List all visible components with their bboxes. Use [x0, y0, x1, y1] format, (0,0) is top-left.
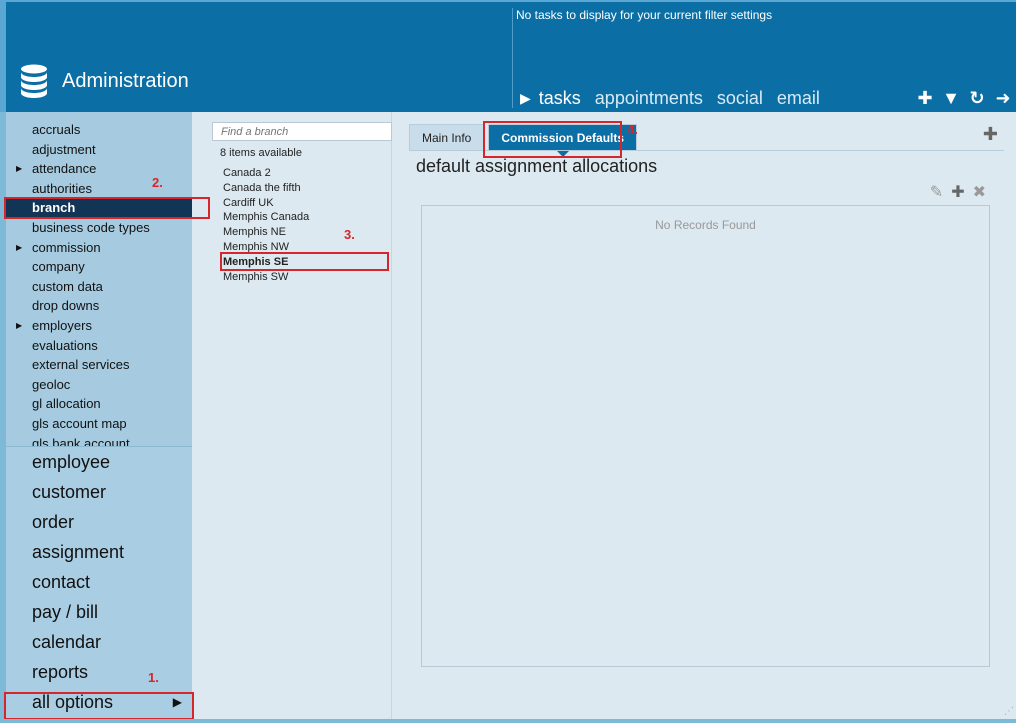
annotation-number: 3.: [344, 227, 355, 242]
tab-main-info[interactable]: Main Info: [409, 124, 485, 151]
sidebar-item-label: employers: [32, 317, 92, 333]
play-icon[interactable]: ▶: [520, 90, 531, 107]
refresh-icon[interactable]: ↻: [968, 88, 986, 109]
add-tab-icon[interactable]: ✚: [983, 124, 998, 145]
sidebar-item-evaluations[interactable]: evaluations: [6, 336, 192, 356]
sidebar-item-attendance[interactable]: ▶ attendance: [6, 159, 192, 179]
branch-item[interactable]: Canada the fifth: [220, 181, 392, 196]
sidebar-item-label: commission: [32, 239, 101, 255]
expand-caret-icon[interactable]: ▶: [16, 316, 22, 336]
window-bottom-edge: [0, 719, 1016, 723]
branch-item[interactable]: Memphis SW: [220, 270, 392, 285]
sidebar-item-gl-allocation[interactable]: gl allocation: [6, 394, 192, 414]
header-divider: [512, 8, 513, 108]
sidebar-item-drop-downs[interactable]: drop downs: [6, 296, 192, 316]
nav-calendar[interactable]: calendar: [6, 627, 192, 657]
sidebar-item-accruals[interactable]: accruals: [6, 120, 192, 140]
nav-order[interactable]: order: [6, 507, 192, 537]
sidebar-item-label: company: [32, 259, 85, 275]
empty-grid-message: No Records Found: [655, 218, 756, 232]
nav-assignment[interactable]: assignment: [6, 537, 192, 567]
delete-icon[interactable]: ✖: [973, 182, 986, 202]
sidebar-item-custom-data[interactable]: custom data: [6, 277, 192, 297]
annotation-box-commission-defaults: [483, 121, 622, 158]
annotation-box-all-options: [4, 692, 194, 720]
sidebar-item-label: business code types: [32, 219, 150, 235]
sidebar-item-label: geoloc: [32, 376, 71, 392]
sidebar-item-company[interactable]: company: [6, 257, 192, 277]
app-title: Administration: [62, 69, 189, 92]
window-frame-top: [0, 0, 1016, 2]
sidebar-options-list[interactable]: accruals adjustment ▶ attendance authorit…: [6, 120, 192, 447]
sidebar-item-label: adjustment: [32, 141, 96, 157]
sidebar-item-label: custom data: [32, 278, 103, 294]
annotation-box-branch: [4, 197, 210, 219]
sidebar-item-label: attendance: [32, 161, 97, 177]
tab-social[interactable]: social: [717, 88, 763, 109]
tasks-message: No tasks to display for your current fil…: [516, 8, 773, 22]
branch-item[interactable]: Memphis Canada: [220, 210, 392, 225]
window-frame-left: [0, 0, 6, 112]
annotation-number: 1.: [148, 670, 159, 685]
sidebar-item-label: evaluations: [32, 337, 98, 353]
nav-contact[interactable]: contact: [6, 567, 192, 597]
header-actions: ✚ ▼ ↻ ➜: [916, 88, 1012, 109]
header-tabs: ▶ tasks appointments social email: [520, 88, 834, 109]
branch-count: 8 items available: [220, 147, 302, 159]
nav-reports[interactable]: reports: [6, 657, 192, 687]
annotation-number: 2.: [152, 175, 163, 190]
sidebar-item-commission[interactable]: ▶ commission: [6, 238, 192, 258]
app-title-area: Administration: [20, 64, 189, 98]
branch-item[interactable]: Memphis NE: [220, 225, 392, 240]
nav-customer[interactable]: customer: [6, 477, 192, 507]
sidebar-item-gls-account-map[interactable]: gls account map: [6, 414, 192, 434]
sidebar-item-label: gl allocation: [32, 396, 101, 412]
expand-caret-icon[interactable]: ▶: [16, 238, 22, 258]
tab-email[interactable]: email: [777, 88, 820, 109]
branch-list-panel: 8 items available Canada 2 Canada the fi…: [192, 112, 392, 719]
edit-icon[interactable]: ✎: [930, 182, 943, 202]
annotation-number: 4.: [627, 122, 638, 137]
grid-toolbar: ✎ ✚ ✖: [930, 182, 986, 202]
sidebar-item-external-services[interactable]: external services: [6, 355, 192, 375]
sidebar-item-label: external services: [32, 357, 130, 373]
nav-employee[interactable]: employee: [6, 447, 192, 477]
annotation-box-memphis-se: [220, 252, 389, 271]
tab-appointments[interactable]: appointments: [595, 88, 703, 109]
branch-item[interactable]: Cardiff UK: [220, 196, 392, 211]
resize-grip-icon[interactable]: ⋰: [1004, 706, 1014, 717]
sidebar-main-nav: employee customer order assignment conta…: [6, 446, 192, 719]
sidebar-item-label: accruals: [32, 122, 81, 137]
branch-search-input[interactable]: [212, 122, 392, 141]
expand-caret-icon[interactable]: ▶: [16, 159, 22, 179]
sidebar-item-business-code-types[interactable]: business code types: [6, 218, 192, 238]
sidebar-item-geoloc[interactable]: geoloc: [6, 375, 192, 395]
nav-pay-bill[interactable]: pay / bill: [6, 597, 192, 627]
app-header: Administration No tasks to display for y…: [0, 0, 1016, 112]
tab-tasks[interactable]: tasks: [539, 88, 581, 109]
allocations-grid: No Records Found: [421, 205, 990, 667]
sidebar-item-gls-bank-account[interactable]: gls bank account: [6, 434, 192, 448]
sidebar-item-label: drop downs: [32, 298, 100, 314]
sidebar-item-employers[interactable]: ▶ employers: [6, 316, 192, 336]
sidebar-item-label: authorities: [32, 180, 92, 196]
section-title: default assignment allocations: [416, 156, 658, 176]
sidebar-item-authorities[interactable]: authorities: [6, 179, 192, 199]
plus-icon[interactable]: ✚: [916, 88, 934, 109]
sidebar-item-label: gls account map: [32, 415, 127, 431]
filter-icon[interactable]: ▼: [942, 88, 960, 109]
add-record-icon[interactable]: ✚: [951, 182, 964, 202]
sidebar-item-adjustment[interactable]: adjustment: [6, 140, 192, 160]
arrow-right-icon[interactable]: ➜: [994, 88, 1012, 109]
content-panel: Main Info Commission Defaults ✚ default …: [392, 112, 1016, 719]
branch-item[interactable]: Canada 2: [220, 166, 392, 181]
database-icon: [21, 64, 47, 98]
